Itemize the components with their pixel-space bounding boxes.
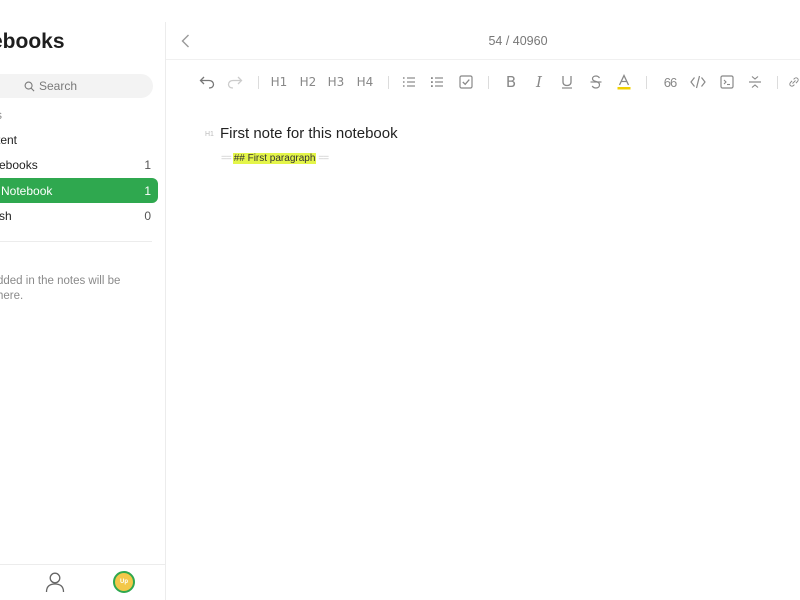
note-paragraph-line[interactable]: == ## First paragraph ==	[221, 153, 329, 164]
redo-icon[interactable]	[225, 70, 245, 94]
sidebar-item-count: 1	[144, 157, 151, 172]
sidebar-item-recent[interactable]: tent	[0, 127, 158, 152]
toolbar-divider	[777, 76, 778, 89]
text-color-icon[interactable]	[615, 70, 633, 94]
search-icon	[24, 81, 35, 91]
char-counter: 54 / 40960	[488, 34, 548, 48]
sidebar-item-label: sh	[0, 208, 12, 223]
sidebar: tebooks Search s tent ebooks 1 Notebook …	[0, 22, 166, 600]
editor-pane: 54 / 40960 H1 H2 H3 H4 B I 66 H1 First n…	[166, 22, 800, 600]
link-icon[interactable]	[788, 70, 800, 94]
sidebar-item-count: 0	[144, 208, 151, 223]
sidebar-item-trash[interactable]: sh 0	[0, 203, 158, 228]
italic-button[interactable]: I	[530, 70, 548, 94]
checklist-icon[interactable]	[457, 70, 475, 94]
underline-icon[interactable]	[558, 70, 576, 94]
code-icon[interactable]	[689, 70, 707, 94]
bold-button[interactable]: B	[502, 70, 520, 94]
search-placeholder: Search	[39, 79, 78, 93]
sidebar-item-all[interactable]: s	[0, 102, 158, 127]
tags-hint: dded in the notes will be here.	[0, 275, 121, 302]
heading-marker: H1	[205, 131, 214, 138]
format-toolbar: H1 H2 H3 H4 B I 66	[166, 68, 800, 96]
note-title[interactable]: First note for this notebook	[220, 125, 398, 142]
horizontal-rule-icon[interactable]	[746, 70, 764, 94]
sidebar-item-label: tent	[0, 132, 18, 147]
code-block-icon[interactable]	[718, 70, 736, 94]
toolbar-divider	[388, 76, 389, 89]
strikethrough-icon[interactable]	[587, 70, 605, 94]
markdown-fold-marker: ==	[318, 153, 329, 164]
toolbar-divider	[258, 76, 259, 89]
heading2-button[interactable]: H2	[297, 70, 319, 94]
undo-icon[interactable]	[197, 70, 217, 94]
heading1-button[interactable]: H1	[268, 70, 290, 94]
quote-button[interactable]: 66	[660, 70, 680, 94]
bullet-list-icon[interactable]	[428, 70, 446, 94]
ordered-list-icon[interactable]	[400, 70, 418, 94]
markdown-fold-marker: ==	[221, 153, 232, 164]
sidebar-item-notebooks[interactable]: ebooks 1	[0, 152, 158, 177]
avatar[interactable]: Up	[113, 571, 135, 593]
toolbar-divider	[646, 76, 647, 89]
user-icon[interactable]	[45, 571, 65, 598]
heading4-button[interactable]: H4	[354, 70, 376, 94]
heading3-button[interactable]: H3	[325, 70, 347, 94]
toolbar-divider	[488, 76, 489, 89]
sidebar-item-label: Notebook	[1, 183, 53, 198]
sidebar-item-label: s	[0, 108, 2, 122]
sidebar-item-my-notebook[interactable]: Notebook 1	[0, 178, 158, 203]
sidebar-item-count: 1	[144, 183, 151, 198]
editor-topbar: 54 / 40960	[166, 22, 800, 60]
search-input[interactable]: Search	[0, 74, 153, 98]
highlighted-paragraph: ## First paragraph	[232, 153, 317, 164]
sidebar-item-label: ebooks	[0, 157, 38, 172]
sidebar-footer: Up	[0, 564, 165, 600]
notebooks-title: tebooks	[0, 30, 65, 53]
sidebar-divider	[0, 241, 152, 242]
